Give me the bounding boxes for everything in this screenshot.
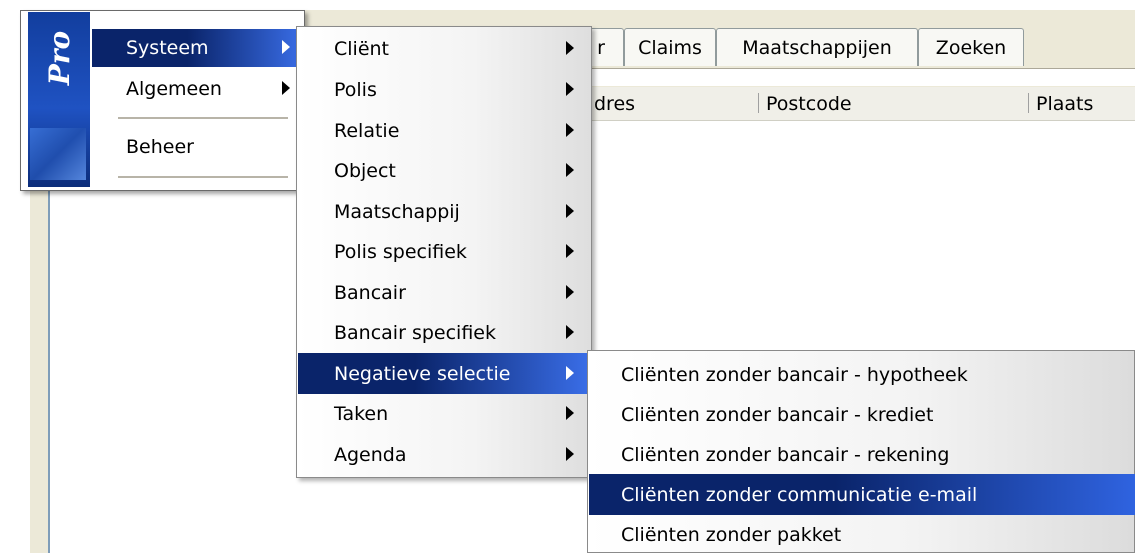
- chevron-right-icon: [566, 325, 574, 339]
- tab-zoeken[interactable]: Zoeken: [918, 28, 1024, 66]
- menu-item-label: Cliënten zonder bancair - krediet: [621, 403, 934, 426]
- chevron-right-icon: [282, 40, 290, 54]
- menu-item-label: Polis specifiek: [334, 240, 467, 263]
- menu-item-label: Cliënten zonder bancair - rekening: [621, 443, 950, 466]
- submenu-item-polis-specifiek[interactable]: Polis specifiek: [298, 231, 590, 272]
- menu-item-label: Beheer: [126, 136, 194, 158]
- submenu-item-zonder-pakket[interactable]: Cliënten zonder pakket: [589, 514, 1135, 555]
- menu-item-label: Polis: [334, 78, 377, 101]
- menu-item-systeem[interactable]: Systeem: [92, 29, 304, 67]
- submenu-item-maatschappij[interactable]: Maatschappij: [298, 191, 590, 232]
- brand-graphic-icon: [30, 128, 86, 180]
- pro-logo: Pro: [42, 30, 76, 86]
- submenu-item-client[interactable]: Cliënt: [298, 28, 590, 69]
- menu-item-label: Maatschappij: [334, 200, 460, 223]
- menu-item-label: Cliënten zonder communicatie e-mail: [621, 483, 978, 506]
- menu-item-label: Relatie: [334, 119, 400, 142]
- chevron-right-icon: [566, 366, 574, 380]
- chevron-right-icon: [566, 163, 574, 177]
- tab-strip-baseline: [592, 68, 1135, 86]
- menu-item-label: Bancair: [334, 281, 406, 304]
- submenu-item-agenda[interactable]: Agenda: [298, 434, 590, 475]
- submenu-item-bancair[interactable]: Bancair: [298, 272, 590, 313]
- menu-item-label: Algemeen: [126, 78, 222, 100]
- menu-separator: [118, 117, 288, 119]
- menu-separator: [118, 176, 288, 178]
- column-header-plaats[interactable]: Plaats: [1036, 87, 1135, 121]
- submenu-item-zonder-bancair-hypotheek[interactable]: Cliënten zonder bancair - hypotheek: [589, 354, 1135, 395]
- chevron-right-icon: [566, 447, 574, 461]
- menu-item-label: Taken: [334, 402, 389, 425]
- chevron-right-icon: [566, 204, 574, 218]
- menu-item-label: Cliënten zonder bancair - hypotheek: [621, 363, 968, 386]
- column-divider[interactable]: [758, 93, 759, 113]
- column-header-postcode[interactable]: Postcode: [766, 87, 1016, 121]
- chevron-right-icon: [566, 41, 574, 55]
- tab-maatschappijen[interactable]: Maatschappijen: [716, 28, 918, 66]
- menu-item-label: Systeem: [126, 37, 209, 59]
- submenu-item-negatieve-selectie[interactable]: Negatieve selectie: [298, 353, 590, 394]
- menu-item-label: Agenda: [334, 443, 407, 466]
- submenu-item-object[interactable]: Object: [298, 150, 590, 191]
- menu-item-label: Object: [334, 159, 396, 182]
- tab-claims[interactable]: Claims: [624, 28, 716, 66]
- menu-item-label: Cliënt: [334, 37, 390, 60]
- chevron-right-icon: [566, 285, 574, 299]
- chevron-right-icon: [566, 244, 574, 258]
- chevron-right-icon: [566, 406, 574, 420]
- column-divider[interactable]: [1028, 93, 1029, 113]
- menu-item-algemeen[interactable]: Algemeen: [92, 70, 304, 108]
- submenu-item-zonder-communicatie-email[interactable]: Cliënten zonder communicatie e-mail: [589, 474, 1135, 515]
- column-header-adres[interactable]: dres: [594, 87, 744, 121]
- menu-item-label: Negatieve selectie: [334, 362, 511, 385]
- submenu-item-zonder-bancair-rekening[interactable]: Cliënten zonder bancair - rekening: [589, 434, 1135, 475]
- chevron-right-icon: [566, 82, 574, 96]
- submenu-item-zonder-bancair-krediet[interactable]: Cliënten zonder bancair - krediet: [589, 394, 1135, 435]
- submenu-item-polis[interactable]: Polis: [298, 69, 590, 110]
- submenu-item-relatie[interactable]: Relatie: [298, 110, 590, 151]
- chevron-right-icon: [566, 123, 574, 137]
- menu-item-beheer[interactable]: Beheer: [92, 128, 304, 166]
- desktop-area: [0, 0, 1135, 10]
- submenu-item-bancair-specifiek[interactable]: Bancair specifiek: [298, 312, 590, 353]
- menu-item-label: Bancair specifiek: [334, 321, 496, 344]
- chevron-right-icon: [282, 81, 290, 95]
- submenu-item-taken[interactable]: Taken: [298, 393, 590, 434]
- menu-item-label: Cliënten zonder pakket: [621, 523, 842, 546]
